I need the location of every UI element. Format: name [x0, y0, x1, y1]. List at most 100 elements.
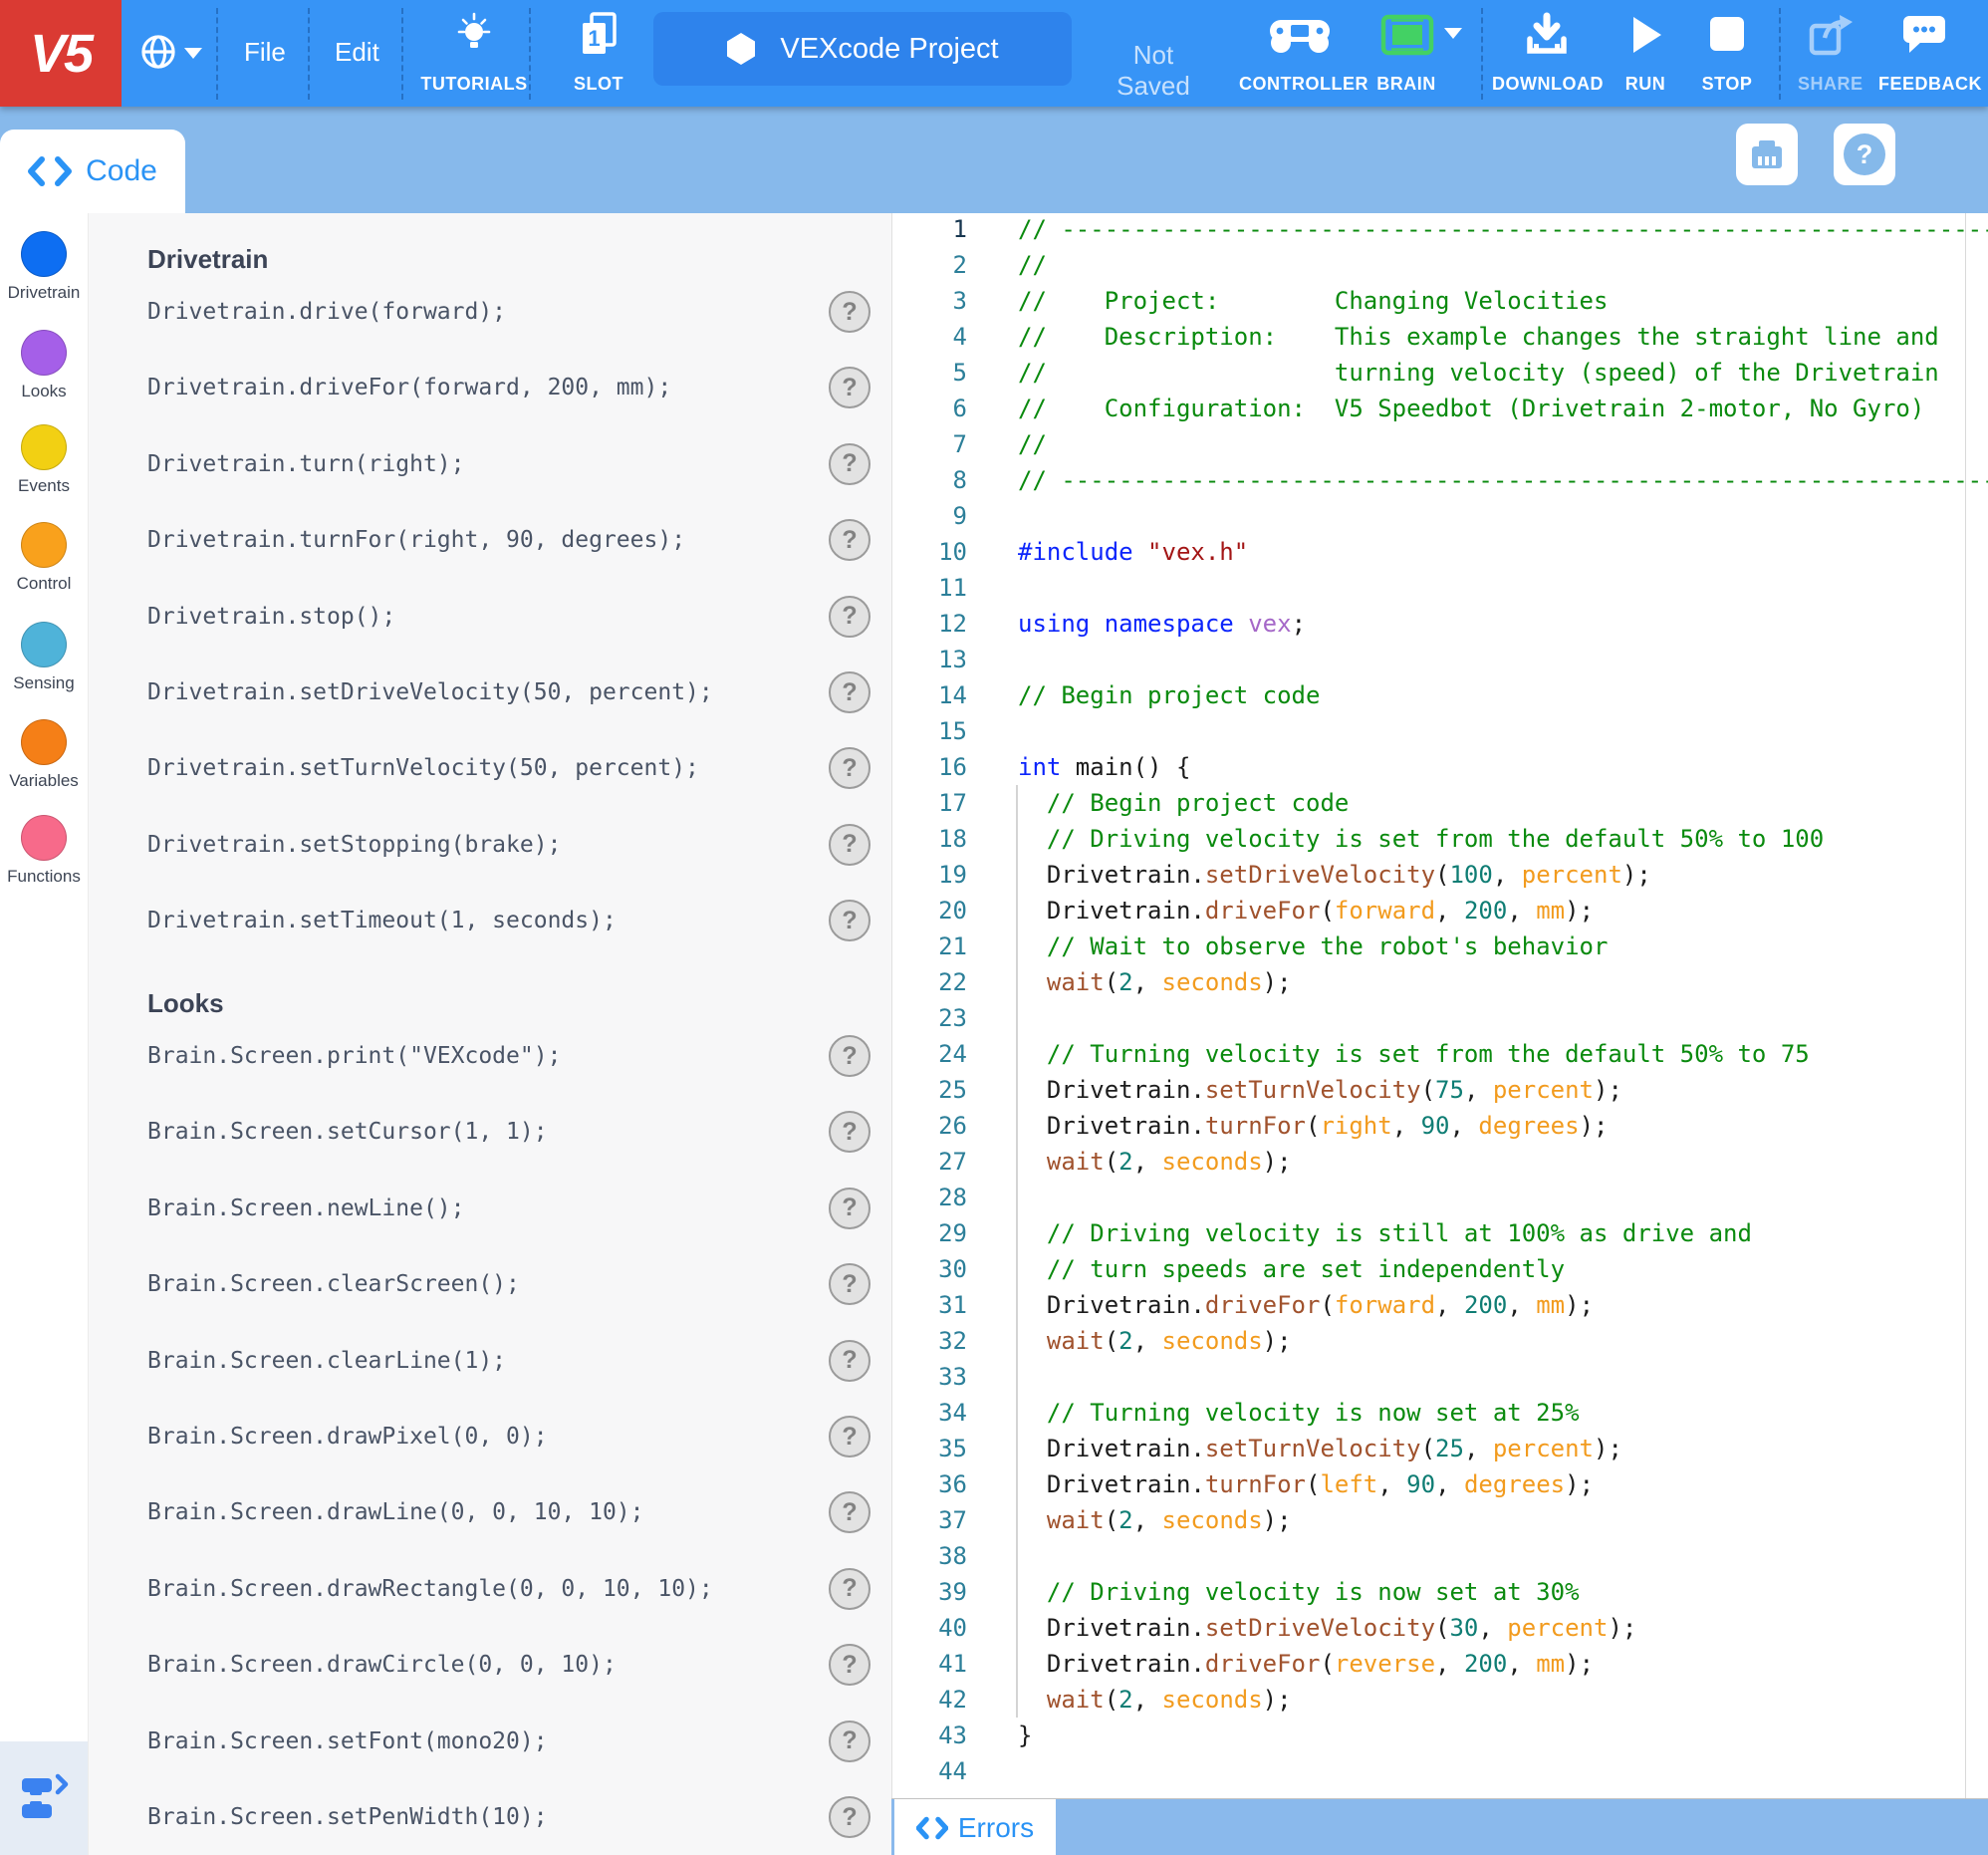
command-help-button[interactable]: ? — [829, 671, 870, 713]
palette-command[interactable]: Brain.Screen.setFont(mono20); — [147, 1723, 548, 1759]
code-text: // -------------------------------------… — [1018, 466, 1988, 494]
play-icon — [1633, 17, 1661, 53]
line-number: 34 — [938, 1399, 967, 1427]
sidebar-item-variables[interactable]: Variables — [0, 719, 88, 795]
tutorials-button[interactable]: TUTORIALS — [418, 0, 530, 107]
palette-command[interactable]: Drivetrain.drive(forward); — [147, 294, 506, 330]
command-help-button[interactable]: ? — [829, 1339, 870, 1382]
sidebar-item-events[interactable]: Events — [0, 424, 88, 500]
command-help-button[interactable]: ? — [829, 1416, 870, 1458]
code-line-5: 5 // turning velocity (speed) of the Driv… — [892, 355, 1988, 391]
code-text: Drivetrain.setTurnVelocity(25, percent); — [1018, 1435, 1622, 1462]
palette-command[interactable]: Brain.Screen.setPenWidth(10); — [147, 1799, 548, 1835]
help-button[interactable]: ? — [1834, 124, 1895, 185]
run-button[interactable]: RUN — [1615, 0, 1675, 107]
code-line-35: 35 Drivetrain.setTurnVelocity(25, percen… — [892, 1431, 1988, 1466]
command-help-button[interactable]: ? — [829, 900, 870, 942]
project-name-button[interactable]: VEXcode Project — [653, 12, 1072, 86]
palette-command[interactable]: Brain.Screen.print("VEXcode"); — [147, 1038, 561, 1074]
tab-code[interactable]: Code — [0, 130, 185, 213]
palette-command[interactable]: Brain.Screen.clearScreen(); — [147, 1266, 520, 1302]
command-help-button[interactable]: ? — [829, 1111, 870, 1154]
sidebar-item-label: Looks — [21, 382, 67, 400]
tab-errors[interactable]: Errors — [894, 1799, 1056, 1855]
feedback-button[interactable]: FEEDBACK — [1878, 0, 1983, 107]
code-line-37: 37 wait(2, seconds); — [892, 1502, 1988, 1538]
category-dot — [21, 424, 67, 470]
palette-command[interactable]: Drivetrain.stop(); — [147, 599, 395, 635]
command-help-button[interactable]: ? — [829, 1491, 870, 1534]
palette-command[interactable]: Drivetrain.setTurnVelocity(50, percent); — [147, 750, 699, 786]
brain-button[interactable]: BRAIN — [1374, 0, 1470, 107]
code-line-23: 23 — [892, 1000, 1988, 1036]
code-brackets-icon — [28, 156, 73, 186]
sidebar-item-looks[interactable]: Looks — [0, 330, 88, 405]
menu-edit[interactable]: Edit — [335, 37, 379, 68]
line-number: 12 — [938, 610, 967, 638]
line-number: 11 — [938, 574, 967, 602]
switch-to-blocks-button[interactable] — [0, 1741, 88, 1855]
sidebar-item-sensing[interactable]: Sensing — [0, 622, 88, 697]
command-help-button[interactable]: ? — [829, 1567, 870, 1610]
command-help-button[interactable]: ? — [829, 1720, 870, 1762]
code-text: #include "vex.h" — [1018, 538, 1249, 566]
project-name: VEXcode Project — [780, 32, 999, 65]
hexagon-icon — [727, 33, 756, 65]
command-help-button[interactable]: ? — [829, 367, 870, 409]
palette-command[interactable]: Drivetrain.turnFor(right, 90, degrees); — [147, 522, 685, 558]
code-editor[interactable]: 1 // ------------------------------------… — [891, 213, 1988, 1798]
palette-command[interactable]: Brain.Screen.clearLine(1); — [147, 1343, 506, 1379]
stop-button[interactable]: STOP — [1697, 0, 1757, 107]
download-button[interactable]: DOWNLOAD — [1492, 0, 1604, 107]
command-help-button[interactable]: ? — [829, 519, 870, 562]
sidebar-item-functions[interactable]: Functions — [0, 815, 88, 891]
slot-button[interactable]: 1 SLOT — [564, 0, 633, 107]
svg-text:1: 1 — [588, 26, 600, 51]
palette-command[interactable]: Brain.Screen.drawLine(0, 0, 10, 10); — [147, 1494, 644, 1530]
command-help-button[interactable]: ? — [829, 291, 870, 333]
code-line-17: 17 // Begin project code — [892, 785, 1988, 821]
code-text: } — [1018, 1722, 1033, 1749]
command-help-button[interactable]: ? — [829, 1035, 870, 1077]
command-help-button[interactable]: ? — [829, 1796, 870, 1838]
code-line-32: 32 wait(2, seconds); — [892, 1323, 1988, 1359]
line-number: 16 — [938, 753, 967, 781]
palette-command[interactable]: Brain.Screen.drawRectangle(0, 0, 10, 10)… — [147, 1571, 713, 1607]
toolbar-divider — [216, 8, 218, 100]
feedback-label: FEEDBACK — [1878, 74, 1983, 94]
palette-command[interactable]: Brain.Screen.drawCircle(0, 0, 10); — [147, 1647, 617, 1683]
controller-button[interactable]: CONTROLLER — [1239, 0, 1368, 107]
palette-command[interactable]: Drivetrain.setDriveVelocity(50, percent)… — [147, 674, 713, 710]
command-help-button[interactable]: ? — [829, 1187, 870, 1229]
code-text: // Turning velocity is now set at 25% — [1046, 1399, 1580, 1427]
command-help-button[interactable]: ? — [829, 1644, 870, 1687]
palette-command[interactable]: Drivetrain.turn(right); — [147, 446, 465, 482]
slot-label: SLOT — [574, 74, 623, 94]
line-number: 27 — [938, 1148, 967, 1176]
palette-command[interactable]: Drivetrain.setStopping(brake); — [147, 827, 561, 863]
command-help-button[interactable]: ? — [829, 1263, 870, 1306]
palette-command[interactable]: Brain.Screen.setCursor(1, 1); — [147, 1114, 548, 1150]
line-number: 6 — [952, 395, 967, 422]
palette-command[interactable]: Drivetrain.setTimeout(1, seconds); — [147, 903, 617, 938]
command-help-button[interactable]: ? — [829, 595, 870, 638]
palette-command[interactable]: Brain.Screen.newLine(); — [147, 1191, 465, 1226]
palette-command[interactable]: Drivetrain.driveFor(forward, 200, mm); — [147, 370, 671, 405]
code-line-44: 44 — [892, 1753, 1988, 1789]
device-port-button[interactable] — [1736, 124, 1798, 185]
code-line-42: 42 wait(2, seconds); — [892, 1682, 1988, 1718]
sidebar-item-label: Sensing — [13, 673, 75, 692]
command-help-button[interactable]: ? — [829, 823, 870, 866]
sidebar-item-control[interactable]: Control — [0, 522, 88, 598]
code-line-33: 33 — [892, 1359, 1988, 1395]
download-label: DOWNLOAD — [1492, 74, 1604, 94]
share-button[interactable]: SHARE — [1798, 0, 1863, 107]
language-selector[interactable] — [139, 33, 202, 75]
code-line-39: 39 // Driving velocity is now set at 30% — [892, 1574, 1988, 1610]
line-number: 3 — [952, 287, 967, 315]
palette-command[interactable]: Brain.Screen.drawPixel(0, 0); — [147, 1419, 548, 1455]
command-help-button[interactable]: ? — [829, 442, 870, 485]
sidebar-item-drivetrain[interactable]: Drivetrain — [0, 231, 88, 307]
menu-file[interactable]: File — [244, 37, 286, 68]
command-help-button[interactable]: ? — [829, 747, 870, 790]
